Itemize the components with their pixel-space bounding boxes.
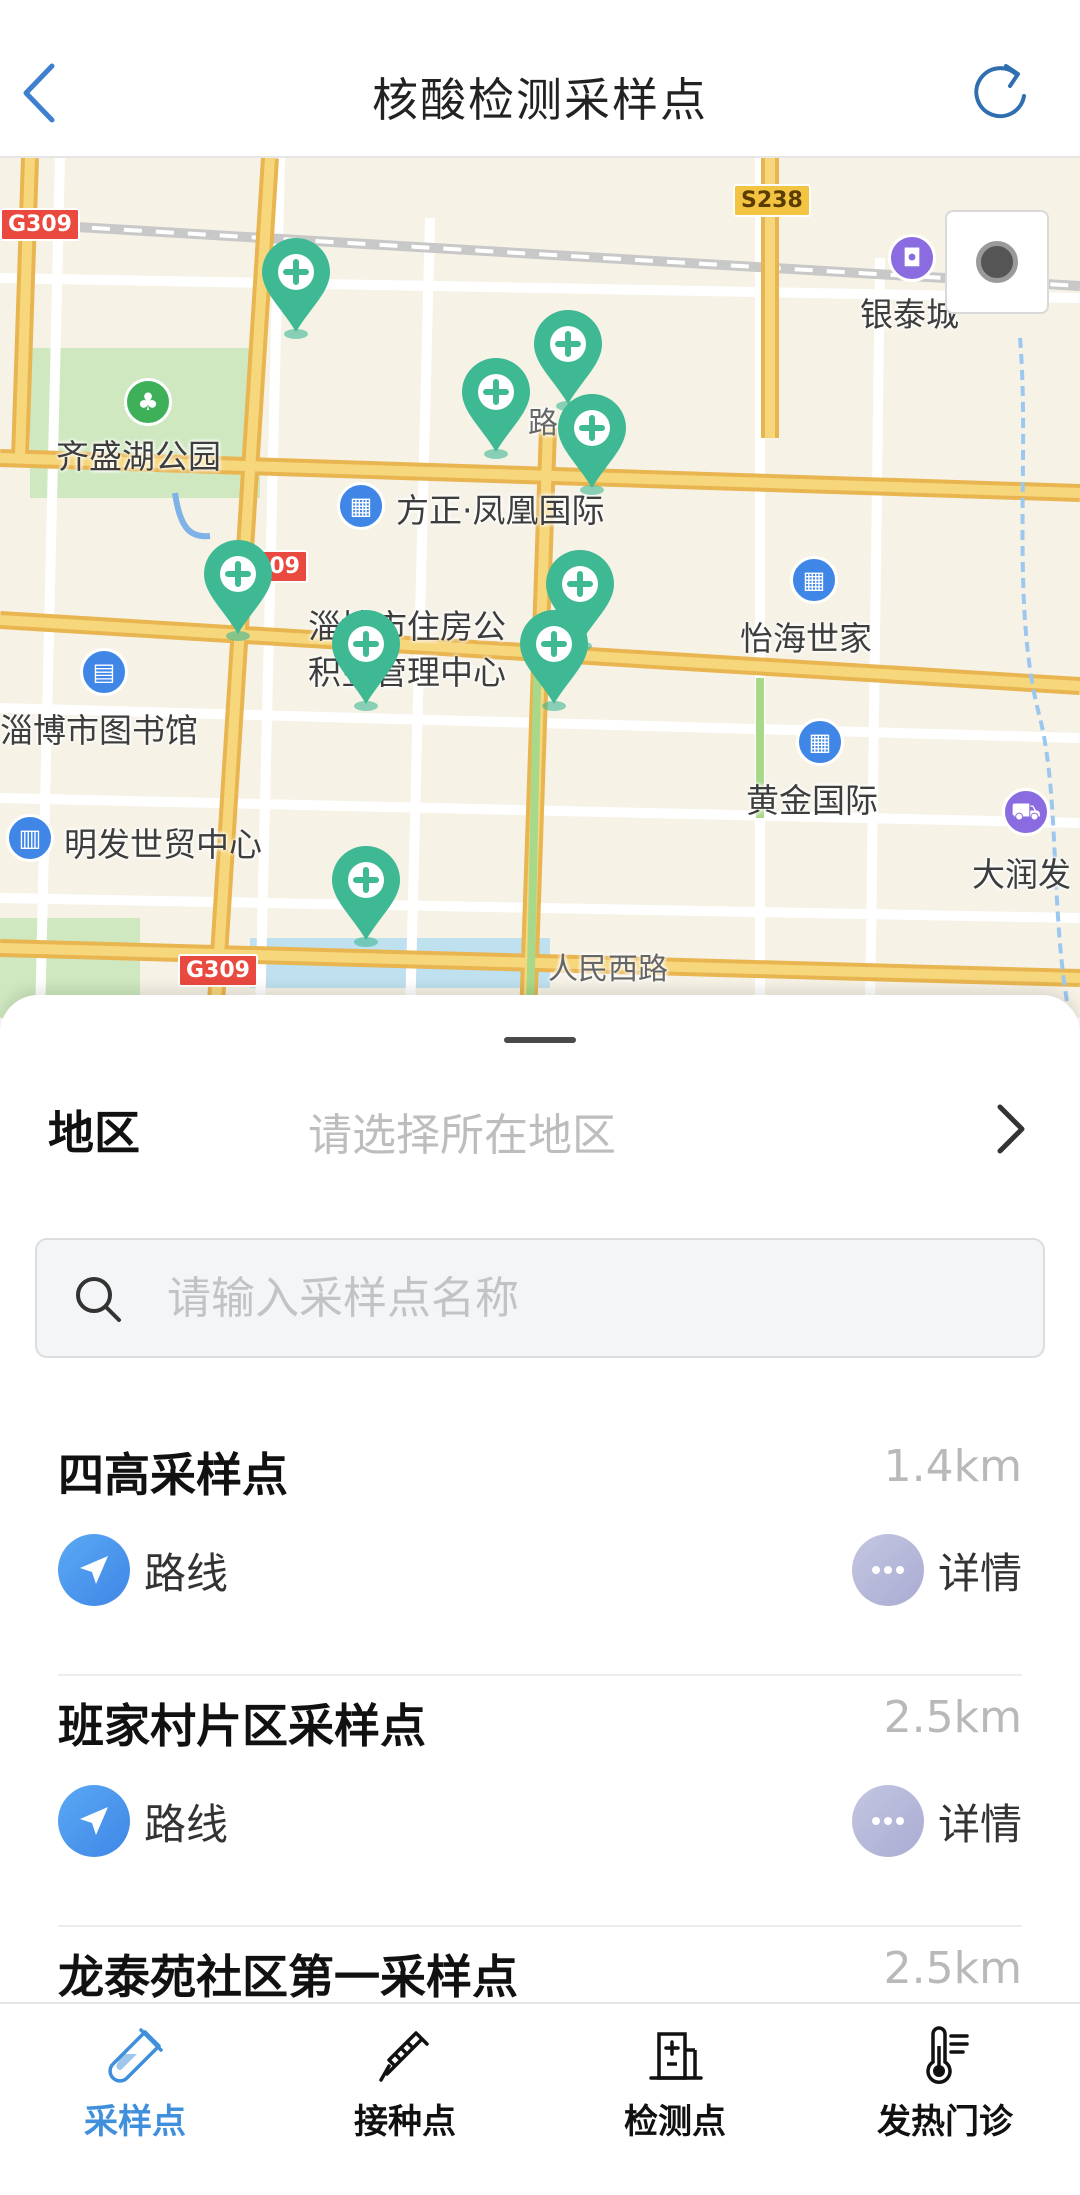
page-title: 核酸检测采样点 [372, 73, 708, 127]
map-label-huangjin: 黄金国际 [746, 781, 878, 820]
app-screen: 核酸检测采样点 G309 G309 S238 ♣ ▦ ▤ ▥ ▦ ▦ ◘ ⛟ 齐… [0, 0, 1080, 2195]
region-label: 地区 [48, 1106, 140, 1160]
navigation-arrow-icon [58, 1534, 130, 1606]
tab-fever-clinic[interactable]: 发热门诊 [810, 2004, 1080, 2195]
tab-label: 检测点 [624, 2102, 726, 2142]
site-pin-icon[interactable] [458, 356, 534, 460]
search-box[interactable] [35, 1238, 1045, 1358]
search-icon [76, 1277, 121, 1322]
route-button[interactable]: 路线 [58, 1784, 228, 1858]
building-poi-icon: ▦ [790, 556, 838, 604]
more-dots-icon [851, 1785, 924, 1857]
site-distance: 2.5km [883, 1692, 1022, 1743]
map-label-yihai: 怡海世家 [740, 619, 872, 658]
site-name: 龙泰苑社区第一采样点 [58, 1950, 518, 2004]
detail-label: 详情 [937, 1799, 1022, 1849]
detail-label: 详情 [937, 1548, 1022, 1598]
nav-header: 核酸检测采样点 [0, 0, 1080, 158]
search-input[interactable] [167, 1262, 987, 1334]
detail-button[interactable]: 详情 [851, 1784, 1022, 1858]
region-selector[interactable]: 地区 请选择所在地区 [0, 1085, 1080, 1175]
thermometer-icon [926, 2026, 969, 2084]
building-poi-icon: ▥ [6, 814, 54, 862]
tab-label: 采样点 [84, 2102, 186, 2142]
list-item[interactable]: 四高采样点 1.4km 路线 详情 [0, 1425, 1080, 1676]
locate-button[interactable] [945, 210, 1049, 314]
route-label: 路线 [144, 1548, 229, 1598]
map-label-darun: 大润发 [972, 855, 1071, 894]
map-label-renmin-road: 人民西路 [548, 952, 668, 987]
site-list: 四高采样点 1.4km 路线 详情 班家村片区采样点 2.5km 路线 详情 龙… [0, 1425, 1080, 2005]
site-pin-icon[interactable] [328, 844, 404, 948]
bottom-tab-bar: 采样点 接种点 检测点 发热门诊 [0, 2002, 1080, 2195]
chevron-right-icon [997, 1104, 1025, 1154]
site-distance: 2.5km [883, 1943, 1022, 1994]
shopping-poi-icon: ◘ [888, 234, 936, 282]
site-distance: 1.4km [883, 1441, 1022, 1492]
tab-testing-points[interactable]: 检测点 [540, 2004, 810, 2195]
building-poi-icon: ▦ [337, 482, 385, 530]
site-name: 四高采样点 [58, 1448, 288, 1502]
site-name: 班家村片区采样点 [58, 1699, 426, 1753]
building-poi-icon: ▦ [796, 718, 844, 766]
shopping-cart-poi-icon: ⛟ [1002, 788, 1050, 836]
route-button[interactable]: 路线 [58, 1533, 228, 1607]
list-item[interactable]: 龙泰苑社区第一采样点 2.5km 路线 详情 [0, 1927, 1080, 2005]
more-dots-icon [851, 1534, 924, 1606]
site-pin-icon[interactable] [328, 608, 404, 712]
map-label-mingfa: 明发世贸中心 [64, 825, 262, 864]
bottom-sheet: 地区 请选择所在地区 四高采样点 1.4km 路线 [0, 995, 1080, 2005]
library-poi-icon: ▤ [80, 648, 128, 696]
refresh-icon [974, 64, 1026, 119]
map-label-park: 齐盛湖公园 [56, 437, 221, 476]
test-tube-icon [108, 2028, 163, 2083]
road-badge-g309: G309 [0, 208, 80, 241]
list-item[interactable]: 班家村片区采样点 2.5km 路线 详情 [0, 1676, 1080, 1927]
drag-handle[interactable] [504, 1037, 576, 1043]
tab-sampling-points[interactable]: 采样点 [0, 2004, 270, 2195]
map-label-library: 淄博市图书馆 [0, 711, 198, 750]
site-pin-icon[interactable] [200, 538, 276, 642]
site-pin-icon[interactable] [258, 236, 334, 340]
navigation-arrow-icon [58, 1785, 130, 1857]
site-pin-icon[interactable] [516, 608, 592, 712]
refresh-button[interactable] [966, 58, 1036, 128]
tab-vaccination-points[interactable]: 接种点 [270, 2004, 540, 2195]
map-view[interactable]: G309 G309 G309 S238 ♣ ▦ ▤ ▥ ▦ ▦ ◘ ⛟ 齐盛湖公… [0, 158, 1080, 1018]
map-roads [0, 158, 1080, 1018]
route-label: 路线 [144, 1799, 229, 1849]
detail-button[interactable]: 详情 [851, 1533, 1022, 1607]
tab-label: 接种点 [354, 2102, 456, 2142]
tab-label: 发热门诊 [877, 2102, 1013, 2142]
locate-icon [976, 241, 1018, 283]
hospital-building-icon [649, 2032, 703, 2080]
road-badge-s238: S238 [733, 184, 811, 217]
park-poi-icon: ♣ [124, 378, 172, 426]
syringe-icon [379, 2031, 429, 2082]
site-pin-icon[interactable] [554, 392, 630, 496]
region-placeholder: 请选择所在地区 [308, 1110, 616, 1161]
road-badge-g309: G309 [178, 954, 258, 987]
